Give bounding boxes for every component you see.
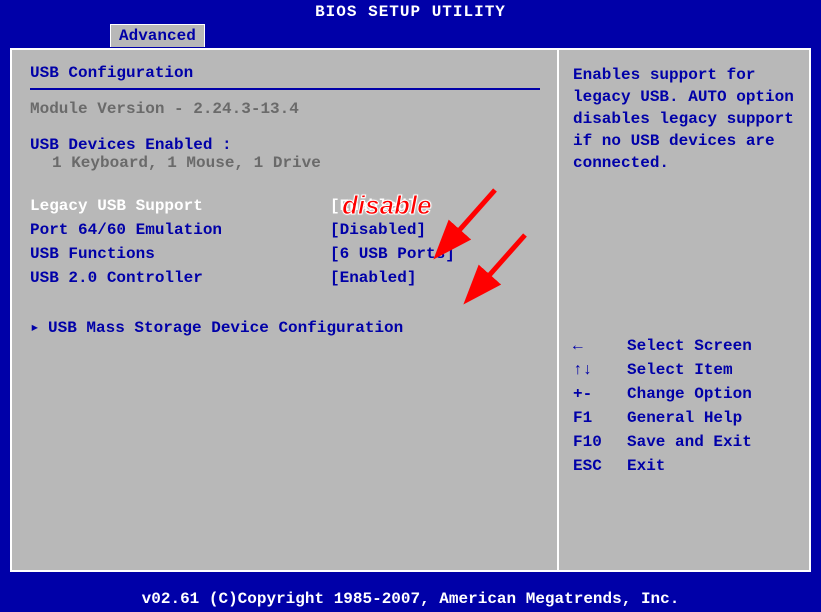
copyright-footer: v02.61 (C)Copyright 1985-2007, American … — [0, 586, 821, 612]
key-label: Save and Exit — [627, 433, 752, 451]
key-help-row: ESCExit — [573, 454, 795, 478]
settings-panel: USB Configuration Module Version - 2.24.… — [12, 50, 558, 570]
help-panel: Enables support for legacy USB. AUTO opt… — [557, 50, 809, 570]
key-help-row: F10Save and Exit — [573, 430, 795, 454]
key-label: Select Item — [627, 361, 733, 379]
setting-label: Legacy USB Support — [30, 194, 330, 218]
tab-advanced[interactable]: Advanced — [110, 24, 205, 47]
submenu-label: USB Mass Storage Device Configuration — [48, 319, 403, 337]
key-label: Select Screen — [627, 337, 752, 355]
key-label: General Help — [627, 409, 742, 427]
section-title: USB Configuration — [30, 64, 540, 82]
setting-usb-functions[interactable]: USB Functions [6 USB Ports] — [30, 242, 540, 266]
key: ESC — [573, 454, 627, 478]
key-help-list: ←Select Screen ↑↓Select Item +-Change Op… — [573, 334, 795, 478]
setting-value: [6 USB Ports] — [330, 242, 540, 266]
key: F1 — [573, 406, 627, 430]
key-help-row: ←Select Screen — [573, 334, 795, 358]
key-help-row: F1General Help — [573, 406, 795, 430]
main-frame: USB Configuration Module Version - 2.24.… — [10, 48, 811, 572]
setting-value: [Enabled] — [330, 266, 540, 290]
menu-tab-row: Advanced — [0, 24, 821, 46]
setting-usb-20-controller[interactable]: USB 2.0 Controller [Enabled] — [30, 266, 540, 290]
setting-port-6460-emulation[interactable]: Port 64/60 Emulation [Disabled] — [30, 218, 540, 242]
bios-title-bar: BIOS SETUP UTILITY — [0, 0, 821, 24]
divider — [30, 88, 540, 90]
setting-label: USB Functions — [30, 242, 330, 266]
usb-devices-label: USB Devices Enabled : — [30, 136, 540, 154]
key: ↑↓ — [573, 358, 627, 382]
usb-devices-list: 1 Keyboard, 1 Mouse, 1 Drive — [30, 154, 540, 172]
key: F10 — [573, 430, 627, 454]
setting-value: [Disabled] — [330, 218, 540, 242]
key-help-row: +-Change Option — [573, 382, 795, 406]
module-version: Module Version - 2.24.3-13.4 — [30, 100, 540, 118]
setting-legacy-usb-support[interactable]: Legacy USB Support [Enabled] — [30, 194, 540, 218]
submenu-arrow-icon: ▸ — [30, 316, 48, 340]
key-help-row: ↑↓Select Item — [573, 358, 795, 382]
setting-label: Port 64/60 Emulation — [30, 218, 330, 242]
settings-list: Legacy USB Support [Enabled] Port 64/60 … — [30, 194, 540, 290]
key-label: Change Option — [627, 385, 752, 403]
key-label: Exit — [627, 457, 665, 475]
item-help-text: Enables support for legacy USB. AUTO opt… — [573, 64, 795, 174]
key: ← — [573, 334, 627, 358]
setting-label: USB 2.0 Controller — [30, 266, 330, 290]
key: +- — [573, 382, 627, 406]
annotation-disable-label: disable — [342, 190, 432, 221]
submenu-usb-mass-storage[interactable]: ▸USB Mass Storage Device Configuration — [30, 316, 540, 340]
